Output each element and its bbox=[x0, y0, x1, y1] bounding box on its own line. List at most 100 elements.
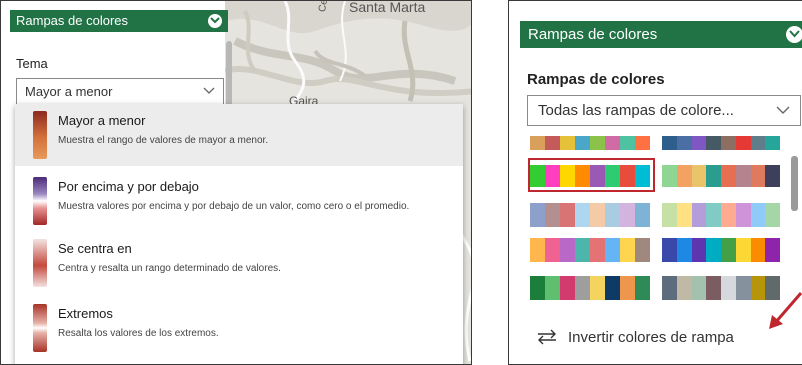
ramp-color-swatch bbox=[765, 203, 780, 227]
theme-options-list: Mayor a menor Muestra el rango de valore… bbox=[15, 104, 463, 364]
collapse-chevron-icon[interactable] bbox=[786, 26, 802, 43]
color-ramps-header[interactable]: Rampas de colores bbox=[520, 21, 802, 48]
ramp-color-swatch bbox=[575, 238, 590, 262]
caret-down-icon bbox=[203, 87, 215, 94]
ramp-color-swatch bbox=[590, 203, 605, 227]
ramp-color-swatch bbox=[706, 203, 721, 227]
color-ramp-option[interactable] bbox=[662, 203, 780, 227]
ramp-color-swatch bbox=[662, 165, 677, 187]
ramp-color-swatch bbox=[530, 136, 545, 150]
above-below-swatch bbox=[33, 177, 47, 225]
ramp-color-swatch bbox=[560, 276, 575, 300]
ramp-color-swatch bbox=[530, 238, 545, 262]
color-ramp-option[interactable] bbox=[662, 238, 780, 262]
ramp-color-swatch bbox=[545, 238, 560, 262]
ramp-color-swatch bbox=[676, 276, 692, 300]
ramp-color-swatch bbox=[691, 136, 707, 150]
ramp-color-swatch bbox=[620, 238, 635, 262]
ramp-color-swatch bbox=[750, 276, 766, 300]
ramp-color-swatch bbox=[590, 238, 605, 262]
ramp-color-swatch bbox=[750, 165, 766, 187]
left-screenshot-panel: Santa Marta Gaira Cerro Rampas de colore… bbox=[0, 0, 472, 365]
ramp-color-swatch bbox=[721, 165, 736, 187]
ramp-color-swatch bbox=[706, 136, 721, 150]
ramp-color-swatch bbox=[676, 136, 692, 150]
ramp-filter-dropdown[interactable]: Todas las rampas de colore... bbox=[527, 95, 801, 126]
ramp-filter-value: Todas las rampas de colore... bbox=[538, 102, 734, 119]
ramp-color-swatch bbox=[635, 136, 650, 150]
ramp-color-swatch bbox=[750, 238, 766, 262]
option-se-centra-en[interactable]: Se centra en Centra y resalta un rango d… bbox=[15, 232, 463, 294]
section-title: Rampas de colores bbox=[527, 71, 665, 88]
color-ramp-option[interactable] bbox=[530, 276, 650, 300]
ramp-color-swatch bbox=[735, 276, 751, 300]
ramp-color-swatch bbox=[706, 238, 721, 262]
ramp-color-swatch bbox=[750, 136, 766, 150]
ramp-color-swatch bbox=[620, 276, 635, 300]
ramp-grid-fade bbox=[527, 301, 799, 321]
ramp-color-swatch bbox=[750, 203, 766, 227]
ramp-color-swatch bbox=[691, 203, 707, 227]
option-por-encima-y-por-debajo[interactable]: Por encima y por debajo Muestra valores … bbox=[15, 170, 463, 232]
option-mayor-a-menor[interactable]: Mayor a menor Muestra el rango de valore… bbox=[15, 104, 463, 166]
ramp-color-swatch bbox=[662, 203, 677, 227]
option-description: Muestra valores por encima y por debajo … bbox=[58, 201, 410, 212]
theme-dropdown[interactable]: Mayor a menor bbox=[16, 78, 224, 105]
ramp-color-swatch bbox=[735, 136, 751, 150]
ramp-color-swatch bbox=[620, 203, 635, 227]
caret-down-icon bbox=[776, 106, 790, 114]
ramp-color-swatch bbox=[575, 136, 590, 150]
option-title: Por encima y por debajo bbox=[58, 179, 199, 194]
ramp-color-swatch bbox=[530, 203, 545, 227]
ramp-color-swatch bbox=[676, 203, 692, 227]
color-ramp-option[interactable] bbox=[662, 136, 780, 150]
ramp-color-swatch bbox=[735, 238, 751, 262]
color-ramps-header-title: Rampas de colores bbox=[16, 13, 128, 28]
ramp-color-swatch bbox=[765, 238, 780, 262]
ramp-scrollbar[interactable] bbox=[791, 156, 798, 211]
collapse-chevron-icon[interactable] bbox=[208, 14, 222, 28]
option-description: Muestra el rango de valores de mayor a m… bbox=[58, 135, 269, 146]
ramp-color-swatch bbox=[635, 203, 650, 227]
ramp-color-swatch bbox=[545, 276, 560, 300]
ramp-color-swatch bbox=[676, 238, 692, 262]
ramp-color-swatch bbox=[676, 165, 692, 187]
color-ramp-option[interactable] bbox=[662, 276, 780, 300]
option-extremos[interactable]: Extremos Resalta los valores de los extr… bbox=[15, 297, 463, 359]
ramp-color-swatch bbox=[691, 276, 707, 300]
ramp-color-swatch bbox=[560, 238, 575, 262]
high-to-low-swatch bbox=[33, 111, 47, 159]
ramp-color-swatch bbox=[605, 276, 620, 300]
ramp-color-swatch bbox=[620, 136, 635, 150]
color-ramp-option[interactable] bbox=[662, 165, 780, 187]
right-screenshot-panel: Rampas de colores Rampas de colores Toda… bbox=[508, 0, 802, 365]
ramp-color-swatch bbox=[662, 136, 677, 150]
color-ramp-option[interactable] bbox=[530, 238, 650, 262]
color-ramp-option[interactable] bbox=[530, 203, 650, 227]
option-title: Mayor a menor bbox=[58, 113, 146, 128]
ramp-color-swatch bbox=[530, 276, 545, 300]
ramp-color-swatch bbox=[765, 136, 780, 150]
ramp-color-swatch bbox=[662, 276, 677, 300]
ramp-color-swatch bbox=[735, 165, 751, 187]
centered-swatch bbox=[33, 239, 47, 287]
color-ramps-header-title: Rampas de colores bbox=[528, 26, 658, 43]
annotation-arrow-icon bbox=[769, 292, 802, 329]
selected-ramp-outline bbox=[528, 158, 655, 192]
ramp-color-swatch bbox=[691, 165, 707, 187]
theme-label: Tema bbox=[16, 56, 48, 71]
ramp-color-swatch bbox=[662, 238, 677, 262]
ramp-color-swatch bbox=[605, 136, 620, 150]
ramp-color-swatch bbox=[605, 203, 620, 227]
color-ramps-header[interactable]: Rampas de colores bbox=[10, 10, 228, 32]
map-label-santa-marta: Santa Marta bbox=[349, 0, 426, 15]
ramp-color-swatch bbox=[605, 238, 620, 262]
invert-ramp-button[interactable]: Invertir colores de rampa bbox=[536, 325, 734, 349]
option-title: Se centra en bbox=[58, 241, 132, 256]
option-title: Extremos bbox=[58, 306, 113, 321]
color-ramp-option[interactable] bbox=[530, 136, 650, 150]
option-description: Centra y resalta un rango determinado de… bbox=[58, 263, 281, 274]
pane-scrollbar[interactable] bbox=[226, 41, 232, 111]
ramp-color-swatch bbox=[765, 165, 780, 187]
ramp-color-swatch bbox=[721, 136, 736, 150]
